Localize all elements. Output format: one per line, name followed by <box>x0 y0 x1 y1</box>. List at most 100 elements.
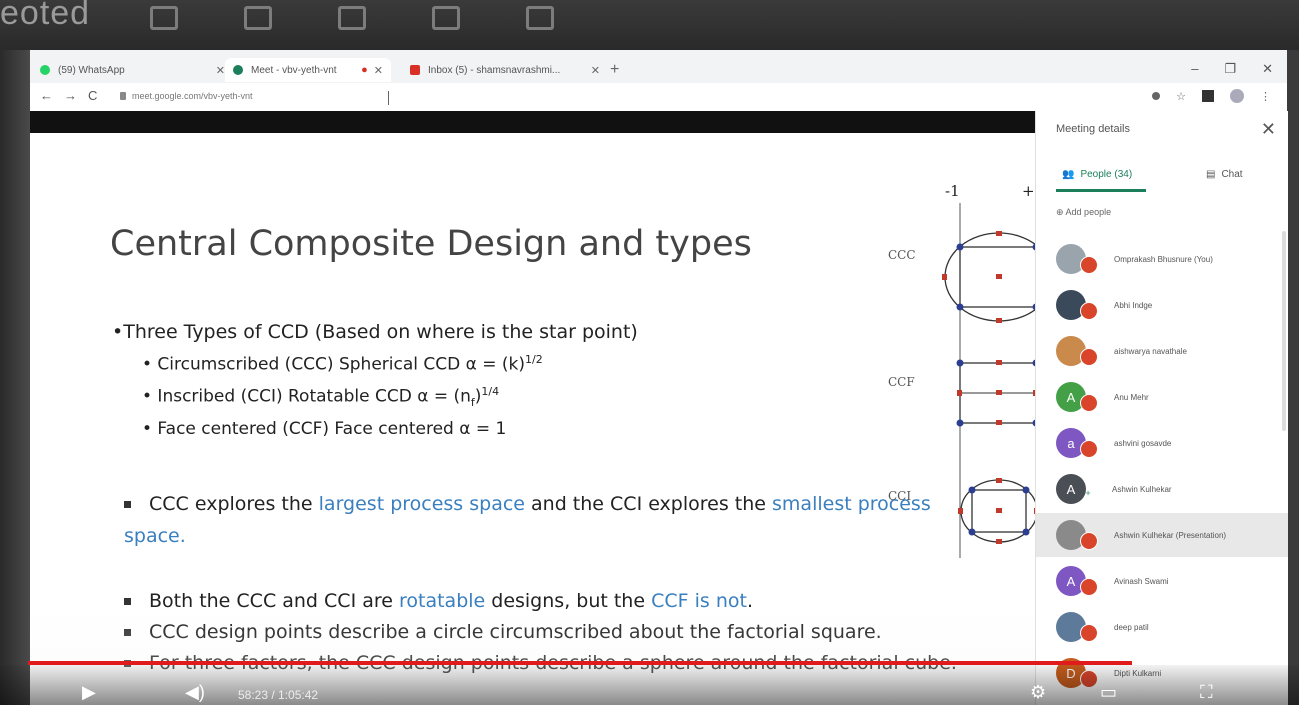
add-person-icon: ⊕ <box>1056 207 1066 217</box>
address-bar-row: ← → C meet.google.com/vbv-yeth-vnt ☆ ⋮ <box>30 83 1287 111</box>
presentation-slide: Central Composite Design and types •Thre… <box>30 133 1035 705</box>
miniplayer-icon[interactable]: ▭ <box>1100 682 1117 703</box>
menu-icon[interactable]: ⋮ <box>1260 90 1271 103</box>
text-cursor-icon <box>388 91 391 105</box>
slide-point: CCC explores the largest process space a… <box>124 488 964 552</box>
close-icon[interactable]: ✕ <box>216 64 225 77</box>
add-people-button[interactable]: ⊕ Add people <box>1056 207 1111 218</box>
settings-icon[interactable]: ⚙ <box>1030 682 1046 703</box>
mic-off-icon <box>1080 440 1098 458</box>
point-text: . <box>746 590 753 612</box>
ccf-figure <box>956 359 1035 427</box>
ghost-icon <box>338 6 366 30</box>
back-button[interactable]: ← <box>40 88 53 103</box>
presentation-topbar <box>30 111 1035 133</box>
mic-off-icon <box>1080 578 1098 596</box>
fullscreen-icon[interactable]: ⛶ <box>1200 682 1213 703</box>
video-right-border <box>1287 50 1299 705</box>
participant-row[interactable]: aishwarya navathale <box>1056 329 1286 373</box>
participant-row[interactable]: Ashwin Kulhekar (Presentation) <box>1036 513 1288 557</box>
people-icon: 👥 <box>1062 169 1075 180</box>
slide-title: Central Composite Design and types <box>110 224 752 265</box>
sidebar-title: Meeting details <box>1056 123 1130 135</box>
new-tab-button[interactable]: + <box>610 61 619 79</box>
square-bullet-icon <box>124 501 131 508</box>
extension-icons: ☆ ⋮ <box>1152 89 1271 103</box>
ghost-icon <box>244 6 272 30</box>
tab-gmail[interactable]: Inbox (5) - shamsnavrashmi... ✕ <box>410 58 600 82</box>
play-icon[interactable]: ▶ <box>82 682 96 703</box>
slide-point: CCC design points describe a circle circ… <box>124 616 964 648</box>
slide-point: Both the CCC and CCI are rotatable desig… <box>124 585 964 617</box>
participant-name: ashvini gosavde <box>1114 438 1172 448</box>
restore-button[interactable]: ❐ <box>1224 61 1236 77</box>
gmail-icon <box>410 65 420 75</box>
axis-label-pos: +1 <box>1022 182 1035 200</box>
url-text: meet.google.com/vbv-yeth-vnt <box>132 91 253 101</box>
participant-name: deep patil <box>1114 622 1149 632</box>
lock-icon <box>120 92 126 100</box>
close-window-button[interactable]: ✕ <box>1262 61 1273 77</box>
extension-icon[interactable] <box>1202 90 1214 102</box>
close-icon[interactable]: ✕ <box>374 64 383 77</box>
minimize-button[interactable]: – <box>1191 61 1198 77</box>
ghost-toolbar <box>150 6 554 30</box>
ghost-icon <box>432 6 460 30</box>
participant-row[interactable]: A ⁺ Ashwin Kulhekar <box>1056 467 1286 511</box>
tab-whatsapp[interactable]: (59) WhatsApp ✕ <box>40 58 225 82</box>
tab-people-label: People (34) <box>1080 169 1133 180</box>
label-ccf: CCF <box>888 375 915 389</box>
mic-off-icon <box>1080 624 1098 642</box>
url-field[interactable]: meet.google.com/vbv-yeth-vnt <box>120 87 380 105</box>
tab-people[interactable]: 👥 People (34) <box>1062 169 1132 180</box>
video-left-border <box>0 50 30 705</box>
point-text: designs, but the <box>485 590 652 612</box>
sub-bullet-ccf: • Face centered (CCF) Face centered α = … <box>142 419 506 439</box>
star-icon[interactable]: ☆ <box>1176 90 1186 103</box>
participant-row[interactable]: A Avinash Swami <box>1056 559 1286 603</box>
tab-meet[interactable]: Meet - vbv-yeth-vnt ● ✕ <box>225 58 391 82</box>
tab-label: Meet - vbv-yeth-vnt <box>251 64 337 76</box>
profile-avatar[interactable] <box>1230 89 1244 103</box>
superscript: 1/4 <box>481 385 500 398</box>
highlighted-text: rotatable <box>398 590 486 612</box>
label-ccc: CCC <box>888 248 916 262</box>
mic-off-icon <box>1080 394 1098 412</box>
forward-button[interactable]: → <box>64 88 77 103</box>
volume-icon[interactable]: ◀) <box>185 682 205 703</box>
participant-row[interactable]: Abhi Indge <box>1056 283 1286 327</box>
main-bullet: •Three Types of CCD (Based on where is t… <box>112 321 638 343</box>
close-sidebar-button[interactable]: ✕ <box>1261 119 1276 140</box>
camera-icon[interactable] <box>1152 92 1161 100</box>
close-icon[interactable]: ✕ <box>591 64 600 77</box>
point-text: and the CCI explores the <box>524 493 773 515</box>
participant-row[interactable]: Omprakash Bhusnure (You) <box>1056 237 1286 281</box>
recording-icon: ● <box>361 64 368 76</box>
ghost-icon <box>526 6 554 30</box>
tab-strip: (59) WhatsApp ✕ Meet - vbv-yeth-vnt ● ✕ … <box>30 55 1287 83</box>
participant-name: Anu Mehr <box>1114 392 1149 402</box>
speaking-icon: ⁺ <box>1084 488 1092 502</box>
mic-off-icon <box>1080 532 1098 550</box>
participant-row[interactable]: deep patil <box>1056 605 1286 649</box>
tab-label: Inbox (5) - shamsnavrashmi... <box>428 64 561 76</box>
ghost-title: eoted <box>0 0 91 32</box>
participant-row[interactable]: A Anu Mehr <box>1056 375 1286 419</box>
reload-button[interactable]: C <box>88 88 97 103</box>
highlighted-text: largest process space <box>318 493 525 515</box>
sub-bullet-text: • Face centered (CCF) Face centered α = … <box>142 419 507 439</box>
browser-window: (59) WhatsApp ✕ Meet - vbv-yeth-vnt ● ✕ … <box>30 50 1288 705</box>
whatsapp-icon <box>40 65 50 75</box>
tab-chat-label: Chat <box>1221 169 1243 180</box>
cci-figure <box>958 478 1035 544</box>
square-bullet-icon <box>124 629 131 636</box>
tab-chat[interactable]: ▤ Chat <box>1206 169 1243 180</box>
participant-name: Abhi Indge <box>1114 300 1153 310</box>
superscript: 1/2 <box>524 353 543 366</box>
sub-bullet-cci: • Inscribed (CCI) Rotatable CCD α = (nf)… <box>142 385 499 409</box>
sub-bullet-text: • Circumscribed (CCC) Spherical CCD α = … <box>142 354 525 375</box>
window-controls: – ❐ ✕ <box>1191 61 1273 77</box>
highlighted-text: CCF is not <box>651 590 747 612</box>
participant-row[interactable]: a ashvini gosavde <box>1056 421 1286 465</box>
add-people-label: Add people <box>1065 207 1112 217</box>
